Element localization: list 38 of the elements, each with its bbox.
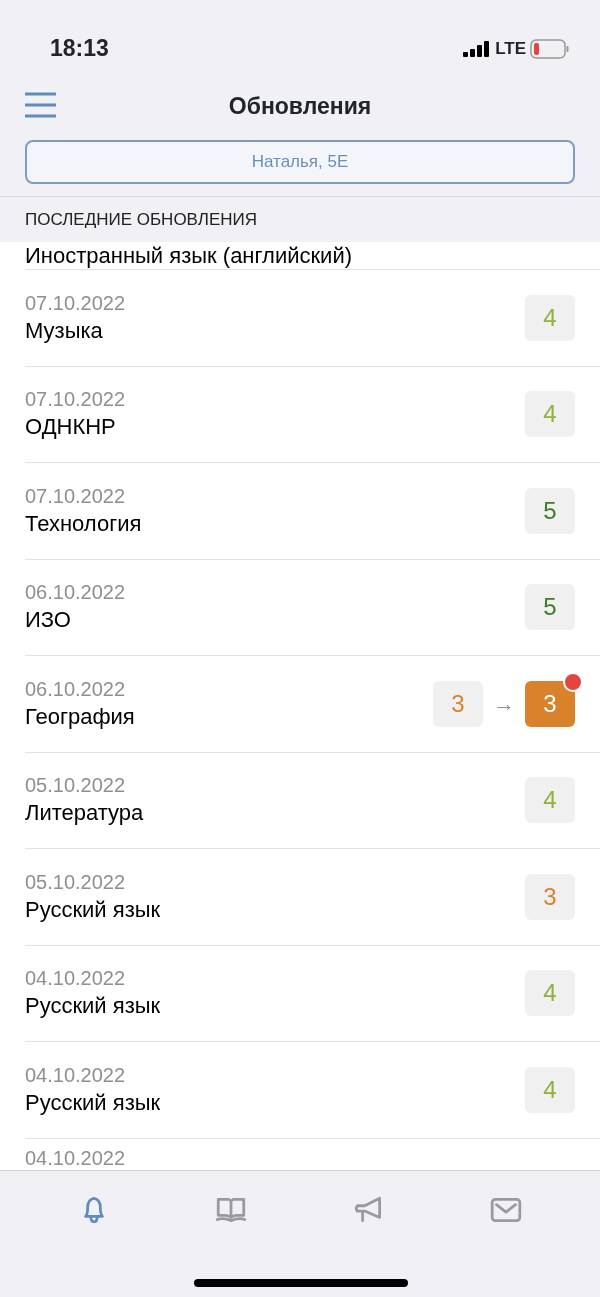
- grade-badge: 5: [525, 584, 575, 631]
- section-header: ПОСЛЕДНИЕ ОБНОВЛЕНИЯ: [25, 210, 257, 229]
- update-date: 05.10.2022: [25, 773, 127, 799]
- subject-name: Русский язык: [25, 1088, 162, 1117]
- update-date: 07.10.2022: [25, 483, 127, 509]
- subject-name: Иностранный язык (английский): [25, 242, 353, 270]
- grade-badge: 4: [525, 1066, 575, 1113]
- grade-badge: 3: [433, 680, 483, 727]
- status-time: 18:13: [50, 34, 109, 64]
- grade-badge: 4: [525, 391, 575, 438]
- update-date: 07.10.2022: [25, 290, 127, 316]
- update-date: 04.10.2022: [25, 966, 127, 992]
- grade-badge: 3: [525, 873, 575, 920]
- student-selector[interactable]: Наталья, 5Е: [25, 140, 575, 184]
- update-date: 07.10.2022: [25, 387, 127, 413]
- subject-name: Русский язык: [25, 992, 162, 1021]
- grade-badge: 4: [525, 777, 575, 824]
- network-label: LTE: [495, 37, 526, 60]
- battery-icon: [530, 38, 570, 59]
- update-date: 04.10.2022: [25, 1145, 127, 1170]
- subject-name: Музыка: [25, 316, 104, 345]
- menu-icon[interactable]: [25, 92, 56, 118]
- subject-name: Русский язык: [25, 895, 162, 924]
- update-date: 06.10.2022: [25, 676, 127, 702]
- subject-name: Технология: [25, 509, 143, 538]
- update-date: 04.10.2022: [25, 1062, 127, 1088]
- arrow-text: →: [493, 690, 515, 719]
- subject-name: ОДНКНР: [25, 413, 117, 442]
- grade-badge: 4: [525, 970, 575, 1017]
- screen-title: Обновления: [228, 91, 372, 121]
- grade-badge: 5: [525, 487, 575, 534]
- grade-badge: 4: [525, 294, 575, 341]
- subject-name: Литература: [25, 799, 145, 828]
- subject-name: ИЗО: [25, 606, 72, 635]
- update-date: 05.10.2022: [25, 869, 127, 895]
- signal-icon: [463, 40, 492, 57]
- subject-name: География: [25, 702, 136, 731]
- update-date: 06.10.2022: [25, 580, 127, 606]
